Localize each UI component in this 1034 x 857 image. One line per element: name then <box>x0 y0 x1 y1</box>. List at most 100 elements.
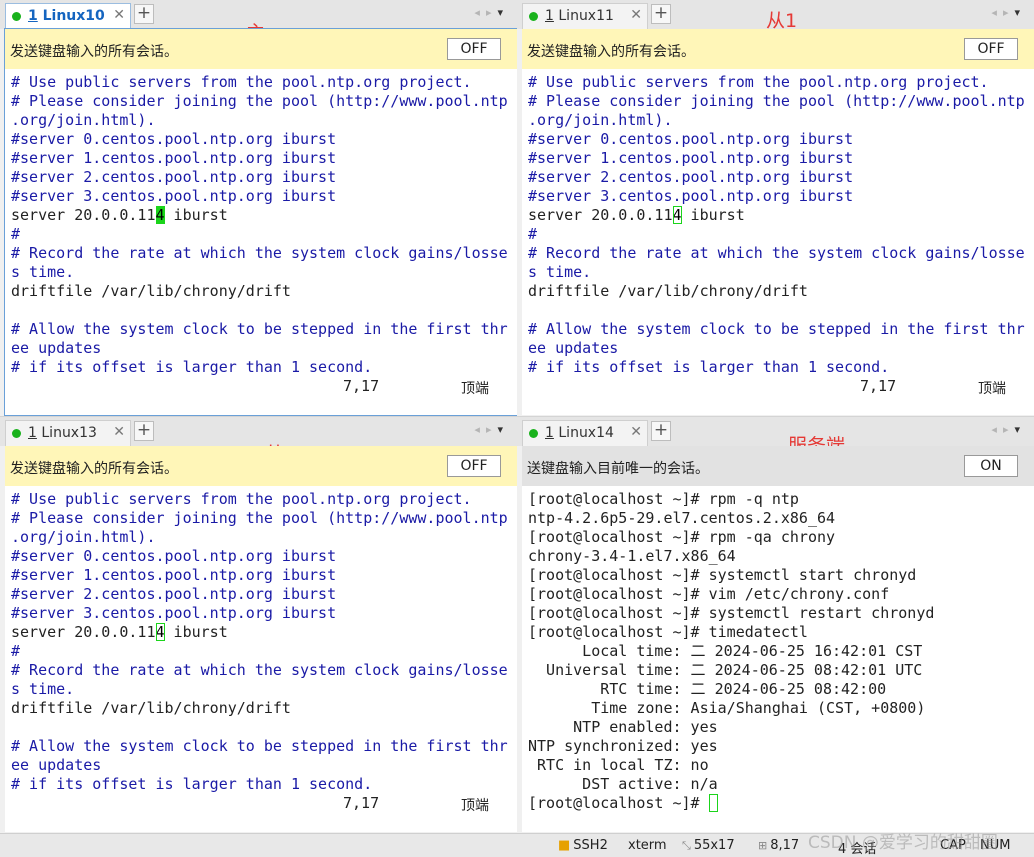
terminal-line: s time. <box>11 263 75 281</box>
terminal-output[interactable]: [root@localhost ~]# rpm -q ntp ntp-4.2.6p… <box>528 490 934 813</box>
terminal-line: #server 1.centos.pool.ntp.org iburst <box>528 149 854 167</box>
terminal-line: #server 0.centos.pool.ntp.org iburst <box>528 130 854 148</box>
new-tab-button[interactable]: + <box>651 4 671 24</box>
connected-status-icon <box>12 12 21 21</box>
status-size: ⤡ 55x17 <box>682 838 735 853</box>
tab-prev-icon[interactable]: ◂ <box>474 423 486 436</box>
terminal-line: server 20.0.0.114 iburst <box>11 206 228 224</box>
broadcast-text: 发送键盘输入的所有会话。 <box>10 44 178 60</box>
tab-label: Linux14 <box>558 425 614 441</box>
broadcast-text: 送键盘输入目前唯一的会话。 <box>527 461 709 477</box>
pane-linux11: 1 Linux11 ✕ + ◂▸▾ 从1 发送键盘输入的所有会话。 OFF # … <box>517 0 1034 416</box>
terminal-line: driftfile /var/lib/chrony/drift <box>11 699 291 717</box>
tab-next-icon[interactable]: ▸ <box>1003 6 1015 19</box>
tab-number: 1 <box>545 425 554 441</box>
terminal-line: # Please consider joining the pool (http… <box>11 92 508 110</box>
terminal-output[interactable]: # Use public servers from the pool.ntp.o… <box>11 490 508 794</box>
terminal-line: #server 2.centos.pool.ntp.org iburst <box>11 168 337 186</box>
terminal-line: # Record the rate at which the system cl… <box>11 661 508 679</box>
broadcast-toggle-button[interactable]: ON <box>964 455 1018 477</box>
terminal-output[interactable]: # Use public servers from the pool.ntp.o… <box>11 73 508 377</box>
tab-navigation: ◂▸▾ <box>474 6 509 19</box>
terminal-line: .org/join.html). <box>11 528 156 546</box>
terminal-line: #server 3.centos.pool.ntp.org iburst <box>528 187 854 205</box>
terminal-line: Local time: 二 2024-06-25 16:42:01 CST <box>528 642 923 660</box>
tab-label: Linux10 <box>42 8 105 24</box>
new-tab-button[interactable]: + <box>651 421 671 441</box>
broadcast-bar: 发送键盘输入的所有会话。 OFF <box>5 29 517 69</box>
close-tab-icon[interactable]: ✕ <box>630 424 642 440</box>
cursor-position: 7,17 <box>343 794 380 812</box>
terminal-line: [root@localhost ~]# <box>528 794 934 813</box>
terminal-line: NTP synchronized: yes <box>528 737 718 755</box>
terminal-output[interactable]: # Use public servers from the pool.ntp.o… <box>528 73 1025 377</box>
tab-label: Linux13 <box>41 425 97 441</box>
close-tab-icon[interactable]: ✕ <box>113 7 125 23</box>
terminal-line: [root@localhost ~]# systemctl start chro… <box>528 566 917 584</box>
broadcast-toggle-button[interactable]: OFF <box>447 455 501 477</box>
session-body[interactable]: 送键盘输入目前唯一的会话。 ON [root@localhost ~]# rpm… <box>522 446 1034 832</box>
pane-linux13: 1 Linux13 ✕ + ◂▸▾ 从2 发送键盘输入的所有会话。 OFF # … <box>0 417 517 833</box>
terminal-line: [root@localhost ~]# rpm -q ntp <box>528 490 799 508</box>
tab-next-icon[interactable]: ▸ <box>1003 423 1015 436</box>
tab-list-dropdown-icon[interactable]: ▾ <box>1014 423 1026 436</box>
terminal-line: # Allow the system clock to be stepped i… <box>11 320 508 338</box>
session-body[interactable]: 发送键盘输入的所有会话。 OFF # Use public servers fr… <box>5 446 517 832</box>
tab-prev-icon[interactable]: ◂ <box>474 6 486 19</box>
tab-linux10[interactable]: 1 Linux10 ✕ <box>5 3 131 29</box>
broadcast-bar: 发送键盘输入的所有会话。 OFF <box>522 29 1034 69</box>
broadcast-toggle-button[interactable]: OFF <box>447 38 501 60</box>
tab-list-dropdown-icon[interactable]: ▾ <box>497 6 509 19</box>
pane-linux14: 1 Linux14 ✕ + ◂▸▾ 服务端 送键盘输入目前唯一的会话。 ON [… <box>517 417 1034 833</box>
tab-linux13[interactable]: 1 Linux13 ✕ <box>5 420 131 446</box>
terminal-line: # if its offset is larger than 1 second. <box>11 775 373 793</box>
connected-status-icon <box>529 12 538 21</box>
terminal-line: driftfile /var/lib/chrony/drift <box>11 282 291 300</box>
broadcast-toggle-button[interactable]: OFF <box>964 38 1018 60</box>
cursor-pos-icon: ⊞ <box>758 839 768 852</box>
new-tab-button[interactable]: + <box>134 4 154 24</box>
status-protocol: ■ SSH2 <box>558 838 608 853</box>
pane-linux10: 1 Linux10 ✕ + ◂▸▾ 主 发送键盘输入的所有会话。 OFF # U… <box>0 0 517 416</box>
terminal-line: # Please consider joining the pool (http… <box>11 509 508 527</box>
terminal-line: .org/join.html). <box>528 111 673 129</box>
terminal-line: #server 3.centos.pool.ntp.org iburst <box>11 604 337 622</box>
tab-linux14[interactable]: 1 Linux14 ✕ <box>522 420 648 446</box>
tab-bar: 1 Linux13 ✕ + ◂▸▾ <box>0 417 517 446</box>
tab-next-icon[interactable]: ▸ <box>486 6 498 19</box>
tab-list-dropdown-icon[interactable]: ▾ <box>1014 6 1026 19</box>
terminal-line: ntp-4.2.6p5-29.el7.centos.2.x86_64 <box>528 509 836 527</box>
broadcast-text: 发送键盘输入的所有会话。 <box>10 461 178 477</box>
tab-navigation: ◂▸▾ <box>991 6 1026 19</box>
tab-list-dropdown-icon[interactable]: ▾ <box>497 423 509 436</box>
terminal-line: #server 2.centos.pool.ntp.org iburst <box>528 168 854 186</box>
tab-prev-icon[interactable]: ◂ <box>991 6 1003 19</box>
tab-bar: 1 Linux14 ✕ + ◂▸▾ <box>517 417 1034 446</box>
terminal-line: s time. <box>528 263 592 281</box>
terminal-line: # <box>11 642 21 660</box>
scroll-position: 顶端 <box>978 381 1006 397</box>
terminal-line: server 20.0.0.114 iburst <box>528 206 745 224</box>
terminal-line: # Record the rate at which the system cl… <box>528 244 1025 262</box>
terminal-line: [root@localhost ~]# vim /etc/chrony.conf <box>528 585 890 603</box>
terminal-line: # Allow the system clock to be stepped i… <box>11 737 508 755</box>
terminal-line: .org/join.html). <box>11 111 156 129</box>
tab-navigation: ◂▸▾ <box>991 423 1026 436</box>
close-tab-icon[interactable]: ✕ <box>630 7 642 23</box>
scroll-position: 顶端 <box>461 381 489 397</box>
tab-next-icon[interactable]: ▸ <box>486 423 498 436</box>
status-cursor: ⊞ 8,17 <box>758 838 800 853</box>
new-tab-button[interactable]: + <box>134 421 154 441</box>
session-body[interactable]: 发送键盘输入的所有会话。 OFF # Use public servers fr… <box>4 28 517 416</box>
terminal-line: # <box>528 225 538 243</box>
tab-prev-icon[interactable]: ◂ <box>991 423 1003 436</box>
close-tab-icon[interactable]: ✕ <box>113 424 125 440</box>
tab-label: Linux11 <box>558 8 614 24</box>
terminal-line: # Use public servers from the pool.ntp.o… <box>11 490 472 508</box>
scroll-position: 顶端 <box>461 798 489 814</box>
terminal-line: # Use public servers from the pool.ntp.o… <box>11 73 472 91</box>
tab-linux11[interactable]: 1 Linux11 ✕ <box>522 3 648 29</box>
connected-status-icon <box>529 429 538 438</box>
session-body[interactable]: 发送键盘输入的所有会话。 OFF # Use public servers fr… <box>522 29 1034 415</box>
